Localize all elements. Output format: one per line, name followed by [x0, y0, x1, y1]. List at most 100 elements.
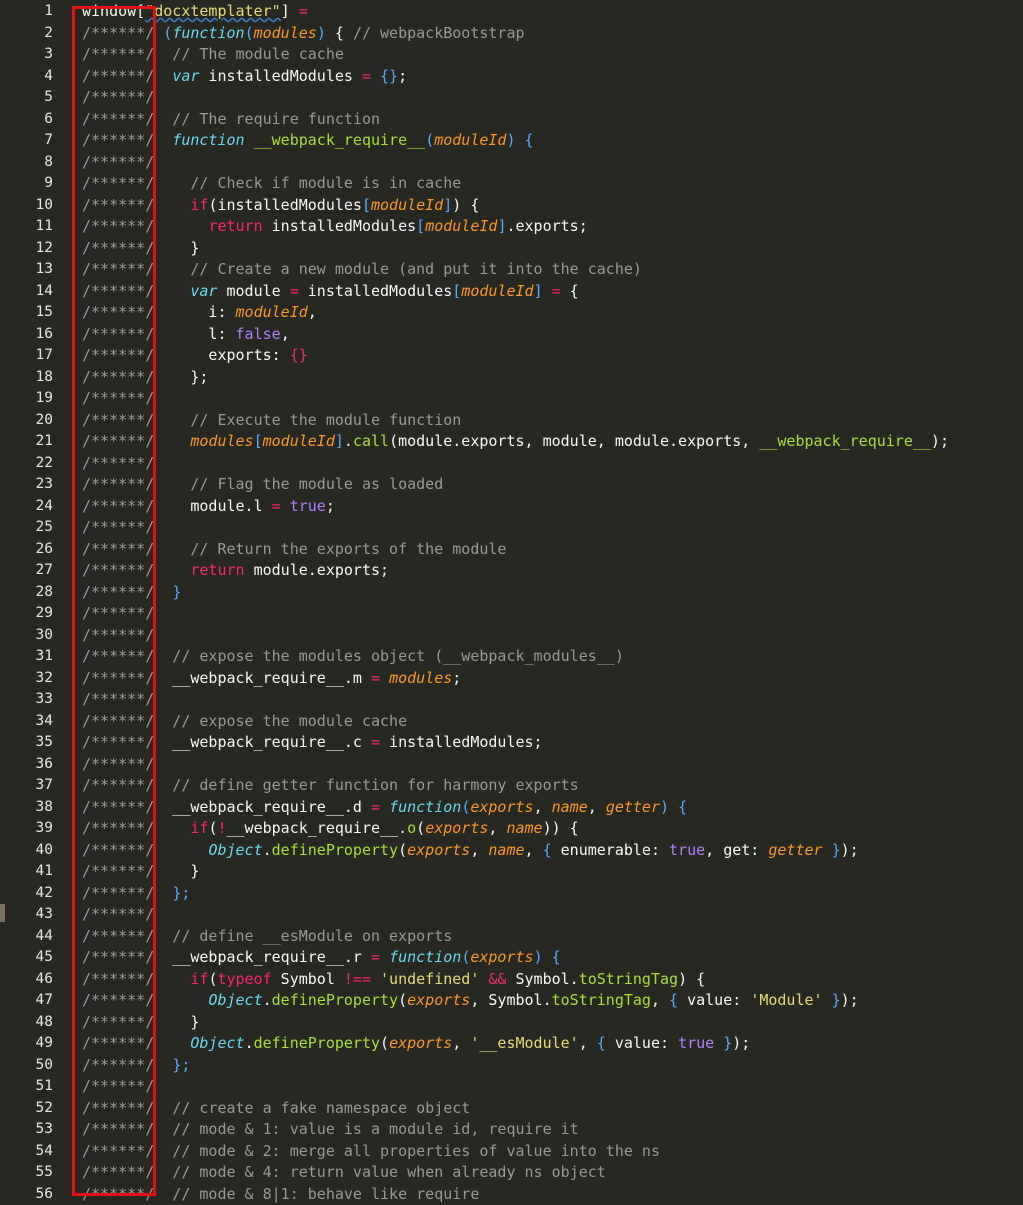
code-token: installedModules; — [380, 733, 543, 751]
code-token: = — [552, 282, 561, 300]
code-token — [281, 497, 290, 515]
code-text: /******/ Object.defineProperty(exports, … — [82, 990, 859, 1012]
line-number: 19 — [0, 388, 53, 410]
code-text: /******/ Object.defineProperty(exports, … — [82, 1033, 750, 1055]
code-token: ; — [398, 67, 407, 85]
code-token: } — [832, 991, 841, 1009]
code-token: , — [651, 991, 669, 1009]
code-token: if — [190, 970, 208, 988]
line-number: 14 — [0, 281, 53, 303]
code-token — [669, 798, 678, 816]
code-token: __webpack_require__ — [254, 131, 426, 149]
code-token: ) — [660, 798, 669, 816]
code-token: modules — [190, 432, 253, 450]
code-token: ( — [425, 131, 434, 149]
code-text: /******/ // mode & 1: value is a module … — [82, 1119, 579, 1141]
code-token: __webpack_require__.r — [163, 948, 371, 966]
code-token — [163, 583, 172, 601]
code-token: } — [832, 841, 841, 859]
code-token: true — [290, 497, 326, 515]
code-text: /******/ if(typeof Symbol !== 'undefined… — [82, 969, 705, 991]
code-token: ); — [732, 1034, 750, 1052]
code-token: = — [299, 2, 308, 20]
code-token — [163, 841, 208, 859]
line-number: 45 — [0, 947, 53, 969]
code-token: if — [190, 819, 208, 837]
code-token: moduleId — [263, 432, 335, 450]
line-number: 30 — [0, 625, 53, 647]
code-token: modules — [254, 24, 317, 42]
line-number: 38 — [0, 797, 53, 819]
code-token: if — [190, 196, 208, 214]
code-token — [163, 1034, 190, 1052]
code-token: { — [678, 798, 687, 816]
code-token: , — [452, 1034, 470, 1052]
code-token: ( — [163, 24, 172, 42]
line-number: 15 — [0, 302, 53, 324]
code-token: && — [488, 970, 506, 988]
line-number: 40 — [0, 840, 53, 862]
line-number: 26 — [0, 539, 53, 561]
code-token: name — [552, 798, 588, 816]
code-token: ); — [841, 841, 859, 859]
code-token: , — [308, 303, 317, 321]
code-text: /******/ var module = installedModules[m… — [82, 281, 579, 303]
code-editor[interactable]: 1window["docxtemplater"] =2/******/ (fun… — [0, 0, 1023, 1200]
code-token: (installedModules — [208, 196, 362, 214]
code-token: /******/ // mode & 4: return value when … — [82, 1163, 606, 1181]
line-number: 5 — [0, 87, 53, 109]
code-token: = — [371, 948, 380, 966]
code-token: , — [470, 841, 488, 859]
code-token: , — [588, 798, 606, 816]
code-token: ] — [534, 282, 543, 300]
code-token: . — [263, 991, 272, 1009]
code-token — [163, 131, 172, 149]
code-token: __webpack_require__. — [227, 819, 408, 837]
code-token: true — [678, 1034, 714, 1052]
code-token: { — [669, 991, 678, 1009]
code-token: moduleId — [371, 196, 443, 214]
code-token: getter — [606, 798, 660, 816]
code-token — [163, 884, 172, 902]
code-token: getter — [768, 841, 822, 859]
code-token: moduleId — [425, 217, 497, 235]
code-token: /******/ // define getter function for h… — [82, 776, 579, 794]
code-token — [823, 991, 832, 1009]
code-token: ( — [461, 948, 470, 966]
line-number: 27 — [0, 560, 53, 582]
code-token: Object — [208, 841, 262, 859]
line-number: 43 — [0, 904, 53, 926]
code-token: )) { — [543, 819, 579, 837]
code-token: defineProperty — [272, 991, 398, 1009]
code-token — [371, 67, 380, 85]
line-number: 42 — [0, 883, 53, 905]
code-token: ( — [416, 819, 425, 837]
code-token — [163, 196, 190, 214]
code-token: exports — [470, 798, 533, 816]
code-token: installedModules — [263, 217, 417, 235]
code-token — [380, 948, 389, 966]
code-token: Symbol. — [506, 970, 578, 988]
code-token: { — [543, 841, 552, 859]
line-number: 37 — [0, 775, 53, 797]
code-token: , — [488, 819, 506, 837]
code-token: toStringTag — [552, 991, 651, 1009]
code-text: /******/ // define getter function for h… — [82, 775, 579, 797]
code-token: function — [389, 798, 461, 816]
code-token: function — [172, 131, 244, 149]
code-token: "docxtemplater" — [145, 2, 280, 20]
code-token — [543, 282, 552, 300]
code-token: function — [172, 24, 244, 42]
code-text: /******/ Object.defineProperty(exports, … — [82, 840, 859, 862]
code-token: exports — [407, 841, 470, 859]
code-token: __webpack_require__ — [759, 432, 931, 450]
code-token — [516, 131, 525, 149]
line-number: 52 — [0, 1098, 53, 1120]
code-token: 'Module' — [750, 991, 822, 1009]
code-token: defineProperty — [254, 1034, 380, 1052]
code-text: /******/ if(!__webpack_require__.o(expor… — [82, 818, 579, 840]
code-text: /******/ // mode & 4: return value when … — [82, 1162, 606, 1184]
code-token — [163, 217, 208, 235]
line-number: 55 — [0, 1162, 53, 1184]
code-token — [380, 669, 389, 687]
